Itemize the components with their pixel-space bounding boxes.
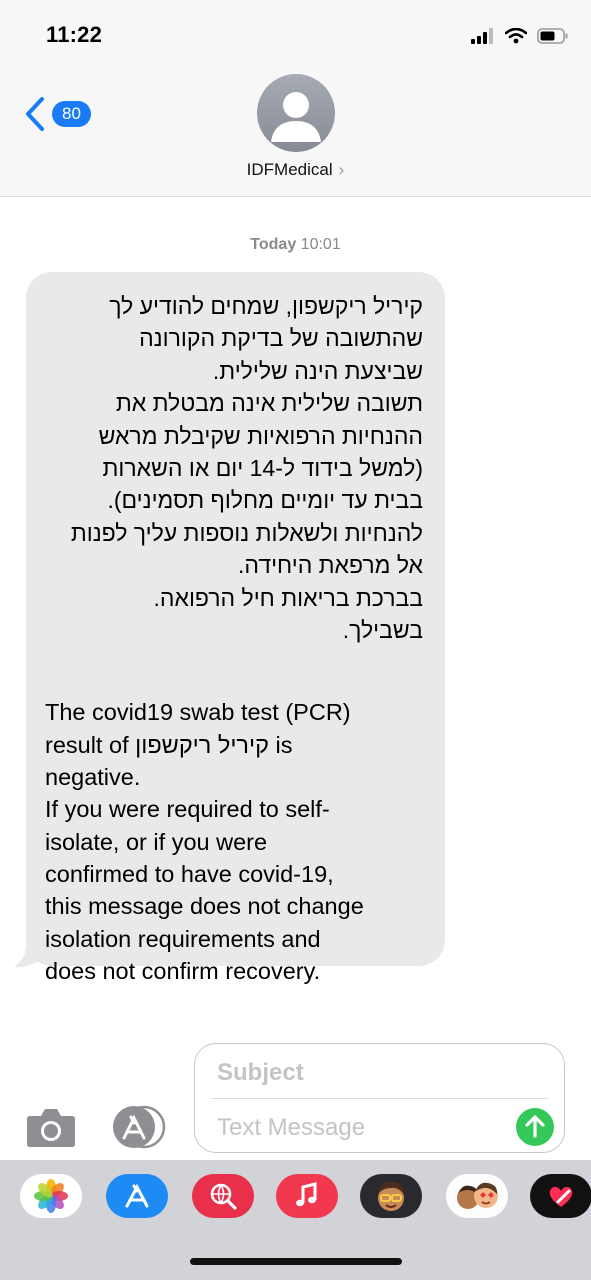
- app-store-icon[interactable]: [106, 1174, 168, 1218]
- app-store-a-icon: [113, 1105, 166, 1149]
- message-text-hebrew: קיריל ריקשפון, שמחים להודיע לך שהתשובה ש…: [70, 293, 423, 644]
- camera-icon: [27, 1109, 75, 1147]
- message-bubble[interactable]: קיריל ריקשפון, שמחים להודיע לך שהתשובה ש…: [26, 272, 445, 984]
- home-indicator[interactable]: [190, 1258, 402, 1265]
- contact-name-button[interactable]: IDFMedical ›: [0, 160, 591, 180]
- chevron-left-icon: [26, 97, 44, 131]
- message-text-english: The covid19 swab test (PCR) result of קי…: [45, 699, 364, 984]
- contact-name: IDFMedical: [246, 160, 333, 179]
- battery-icon: [537, 28, 568, 44]
- compose-divider: [211, 1098, 548, 1099]
- send-button[interactable]: [516, 1108, 554, 1146]
- compose-box: [194, 1043, 565, 1153]
- status-icons: [471, 26, 569, 46]
- web-search-icon[interactable]: [192, 1174, 254, 1218]
- memoji-icon[interactable]: [360, 1174, 422, 1218]
- person-icon: [271, 92, 321, 142]
- digital-touch-icon[interactable]: [530, 1174, 591, 1218]
- timestamp-time: 10:01: [300, 236, 341, 253]
- wifi-icon: [505, 28, 527, 44]
- photos-icon[interactable]: [20, 1174, 82, 1218]
- subject-input[interactable]: [215, 1054, 549, 1092]
- app-store-button[interactable]: [110, 1105, 168, 1149]
- status-time: 11:22: [46, 22, 103, 47]
- arrow-up-icon: [525, 1115, 545, 1138]
- contact-avatar[interactable]: [257, 74, 335, 152]
- memoji-stickers-icon[interactable]: [446, 1174, 508, 1218]
- timestamp-day: Today: [250, 236, 297, 253]
- back-button[interactable]: 80: [24, 96, 91, 132]
- chevron-right-icon: ›: [338, 160, 345, 179]
- cellular-signal-icon: [471, 28, 493, 44]
- message-input[interactable]: [215, 1110, 499, 1146]
- status-bar: 11:22: [0, 0, 591, 70]
- camera-button[interactable]: [26, 1106, 76, 1148]
- music-icon[interactable]: [276, 1174, 338, 1218]
- unread-count-badge: 80: [52, 101, 91, 127]
- message-timestamp: Today 10:01: [0, 236, 591, 254]
